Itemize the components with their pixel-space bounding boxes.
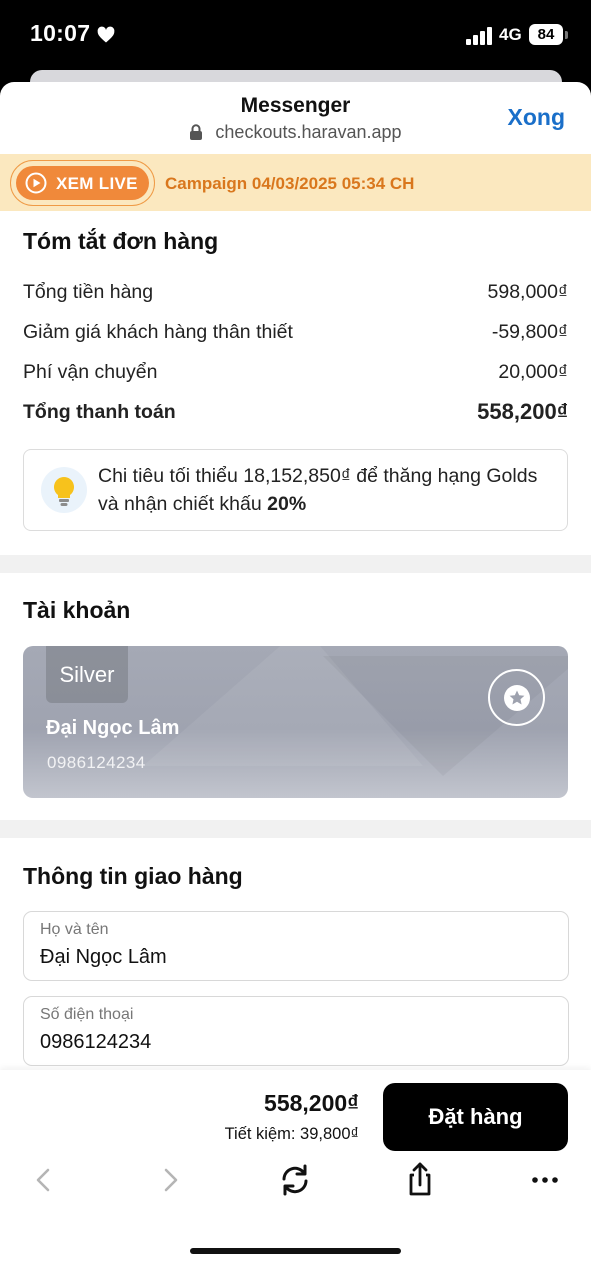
- tip-prefix: Chi tiêu tối thiểu 18,152,850₫ để thăng …: [98, 465, 538, 515]
- member-phone: 0986124234: [47, 753, 146, 772]
- battery-cap: [565, 31, 568, 39]
- summary-row-shipping: Phí vận chuyển 20,000₫: [23, 361, 568, 391]
- back-icon[interactable]: [24, 1160, 64, 1200]
- tier-badge: Silver: [46, 646, 128, 703]
- more-icon[interactable]: [525, 1160, 565, 1200]
- play-icon: [25, 172, 47, 194]
- section-divider: [0, 555, 591, 573]
- url-bar: checkouts.haravan.app: [0, 122, 591, 143]
- field-label: Họ và tên: [40, 921, 109, 938]
- battery-level: 84: [529, 24, 563, 45]
- heart-icon: [97, 26, 115, 43]
- phone-field[interactable]: Số điện thoại 0986124234: [23, 996, 569, 1066]
- reload-icon[interactable]: [275, 1160, 315, 1200]
- section-divider: [0, 820, 591, 838]
- star-icon: [504, 685, 530, 711]
- summary-row-total: Tổng thanh toán 558,200₫: [23, 399, 568, 431]
- member-card: Silver Đại Ngọc Lâm 0986124234: [23, 646, 568, 798]
- forward-icon[interactable]: [150, 1160, 190, 1200]
- checkout-sheet: Messenger checkouts.haravan.app Xong XEM…: [0, 82, 591, 1280]
- share-icon[interactable]: [400, 1160, 440, 1200]
- network-type: 4G: [499, 25, 522, 44]
- row-value: 20,000₫: [498, 361, 568, 383]
- signal-icon: [466, 27, 492, 45]
- member-name: Đại Ngọc Lâm: [46, 717, 180, 739]
- row-value: -59,800₫: [491, 321, 568, 343]
- watch-live-button[interactable]: XEM LIVE: [16, 166, 149, 200]
- checkout-total: 558,200₫: [264, 1090, 359, 1116]
- tier-star-button[interactable]: [488, 669, 545, 726]
- status-time: 10:07: [30, 20, 91, 46]
- full-name-input[interactable]: Đại Ngọc Lâm: [40, 946, 540, 969]
- tip-text: Chi tiêu tối thiểu 18,152,850₫ để thăng …: [98, 462, 558, 518]
- lock-icon: [190, 124, 203, 140]
- status-bar: 10:07 4G 84: [0, 0, 591, 70]
- summary-row-subtotal: Tổng tiền hàng 598,000₫: [23, 281, 568, 311]
- total-value: 558,200₫: [477, 399, 568, 424]
- shipping-title: Thông tin giao hàng: [23, 863, 243, 889]
- total-label: Tổng thanh toán: [23, 401, 176, 423]
- row-value: 598,000₫: [487, 281, 569, 303]
- field-label: Số điện thoại: [40, 1006, 134, 1023]
- sheet-title: Messenger: [240, 94, 351, 117]
- live-banner: XEM LIVE Campaign 04/03/2025 05:34 CH: [0, 154, 591, 211]
- campaign-text: Campaign 04/03/2025 05:34 CH: [165, 174, 415, 193]
- row-label: Giảm giá khách hàng thân thiết: [23, 321, 293, 343]
- watch-live-label: XEM LIVE: [56, 174, 138, 193]
- phone-input[interactable]: 0986124234: [40, 1031, 540, 1054]
- done-button[interactable]: Xong: [508, 104, 566, 131]
- summary-row-discount: Giảm giá khách hàng thân thiết -59,800₫: [23, 321, 568, 351]
- summary-title: Tóm tắt đơn hàng: [23, 228, 219, 254]
- home-indicator: [190, 1248, 401, 1254]
- tier-upgrade-tip: Chi tiêu tối thiểu 18,152,850₫ để thăng …: [23, 449, 568, 531]
- lightbulb-icon: [54, 477, 74, 506]
- tip-discount: 20%: [267, 493, 307, 515]
- account-title: Tài khoản: [23, 597, 131, 623]
- checkout-bar: 558,200₫ Tiết kiệm: 39,800₫ Đặt hàng: [0, 1070, 591, 1280]
- full-name-field[interactable]: Họ và tên Đại Ngọc Lâm: [23, 911, 569, 981]
- sheet-header: Messenger checkouts.haravan.app Xong: [0, 82, 591, 154]
- url-text: checkouts.haravan.app: [215, 122, 402, 142]
- checkout-savings: Tiết kiệm: 39,800₫: [224, 1125, 359, 1143]
- row-label: Phí vận chuyển: [23, 361, 158, 383]
- place-order-button[interactable]: Đặt hàng: [383, 1083, 568, 1151]
- row-label: Tổng tiền hàng: [23, 281, 154, 303]
